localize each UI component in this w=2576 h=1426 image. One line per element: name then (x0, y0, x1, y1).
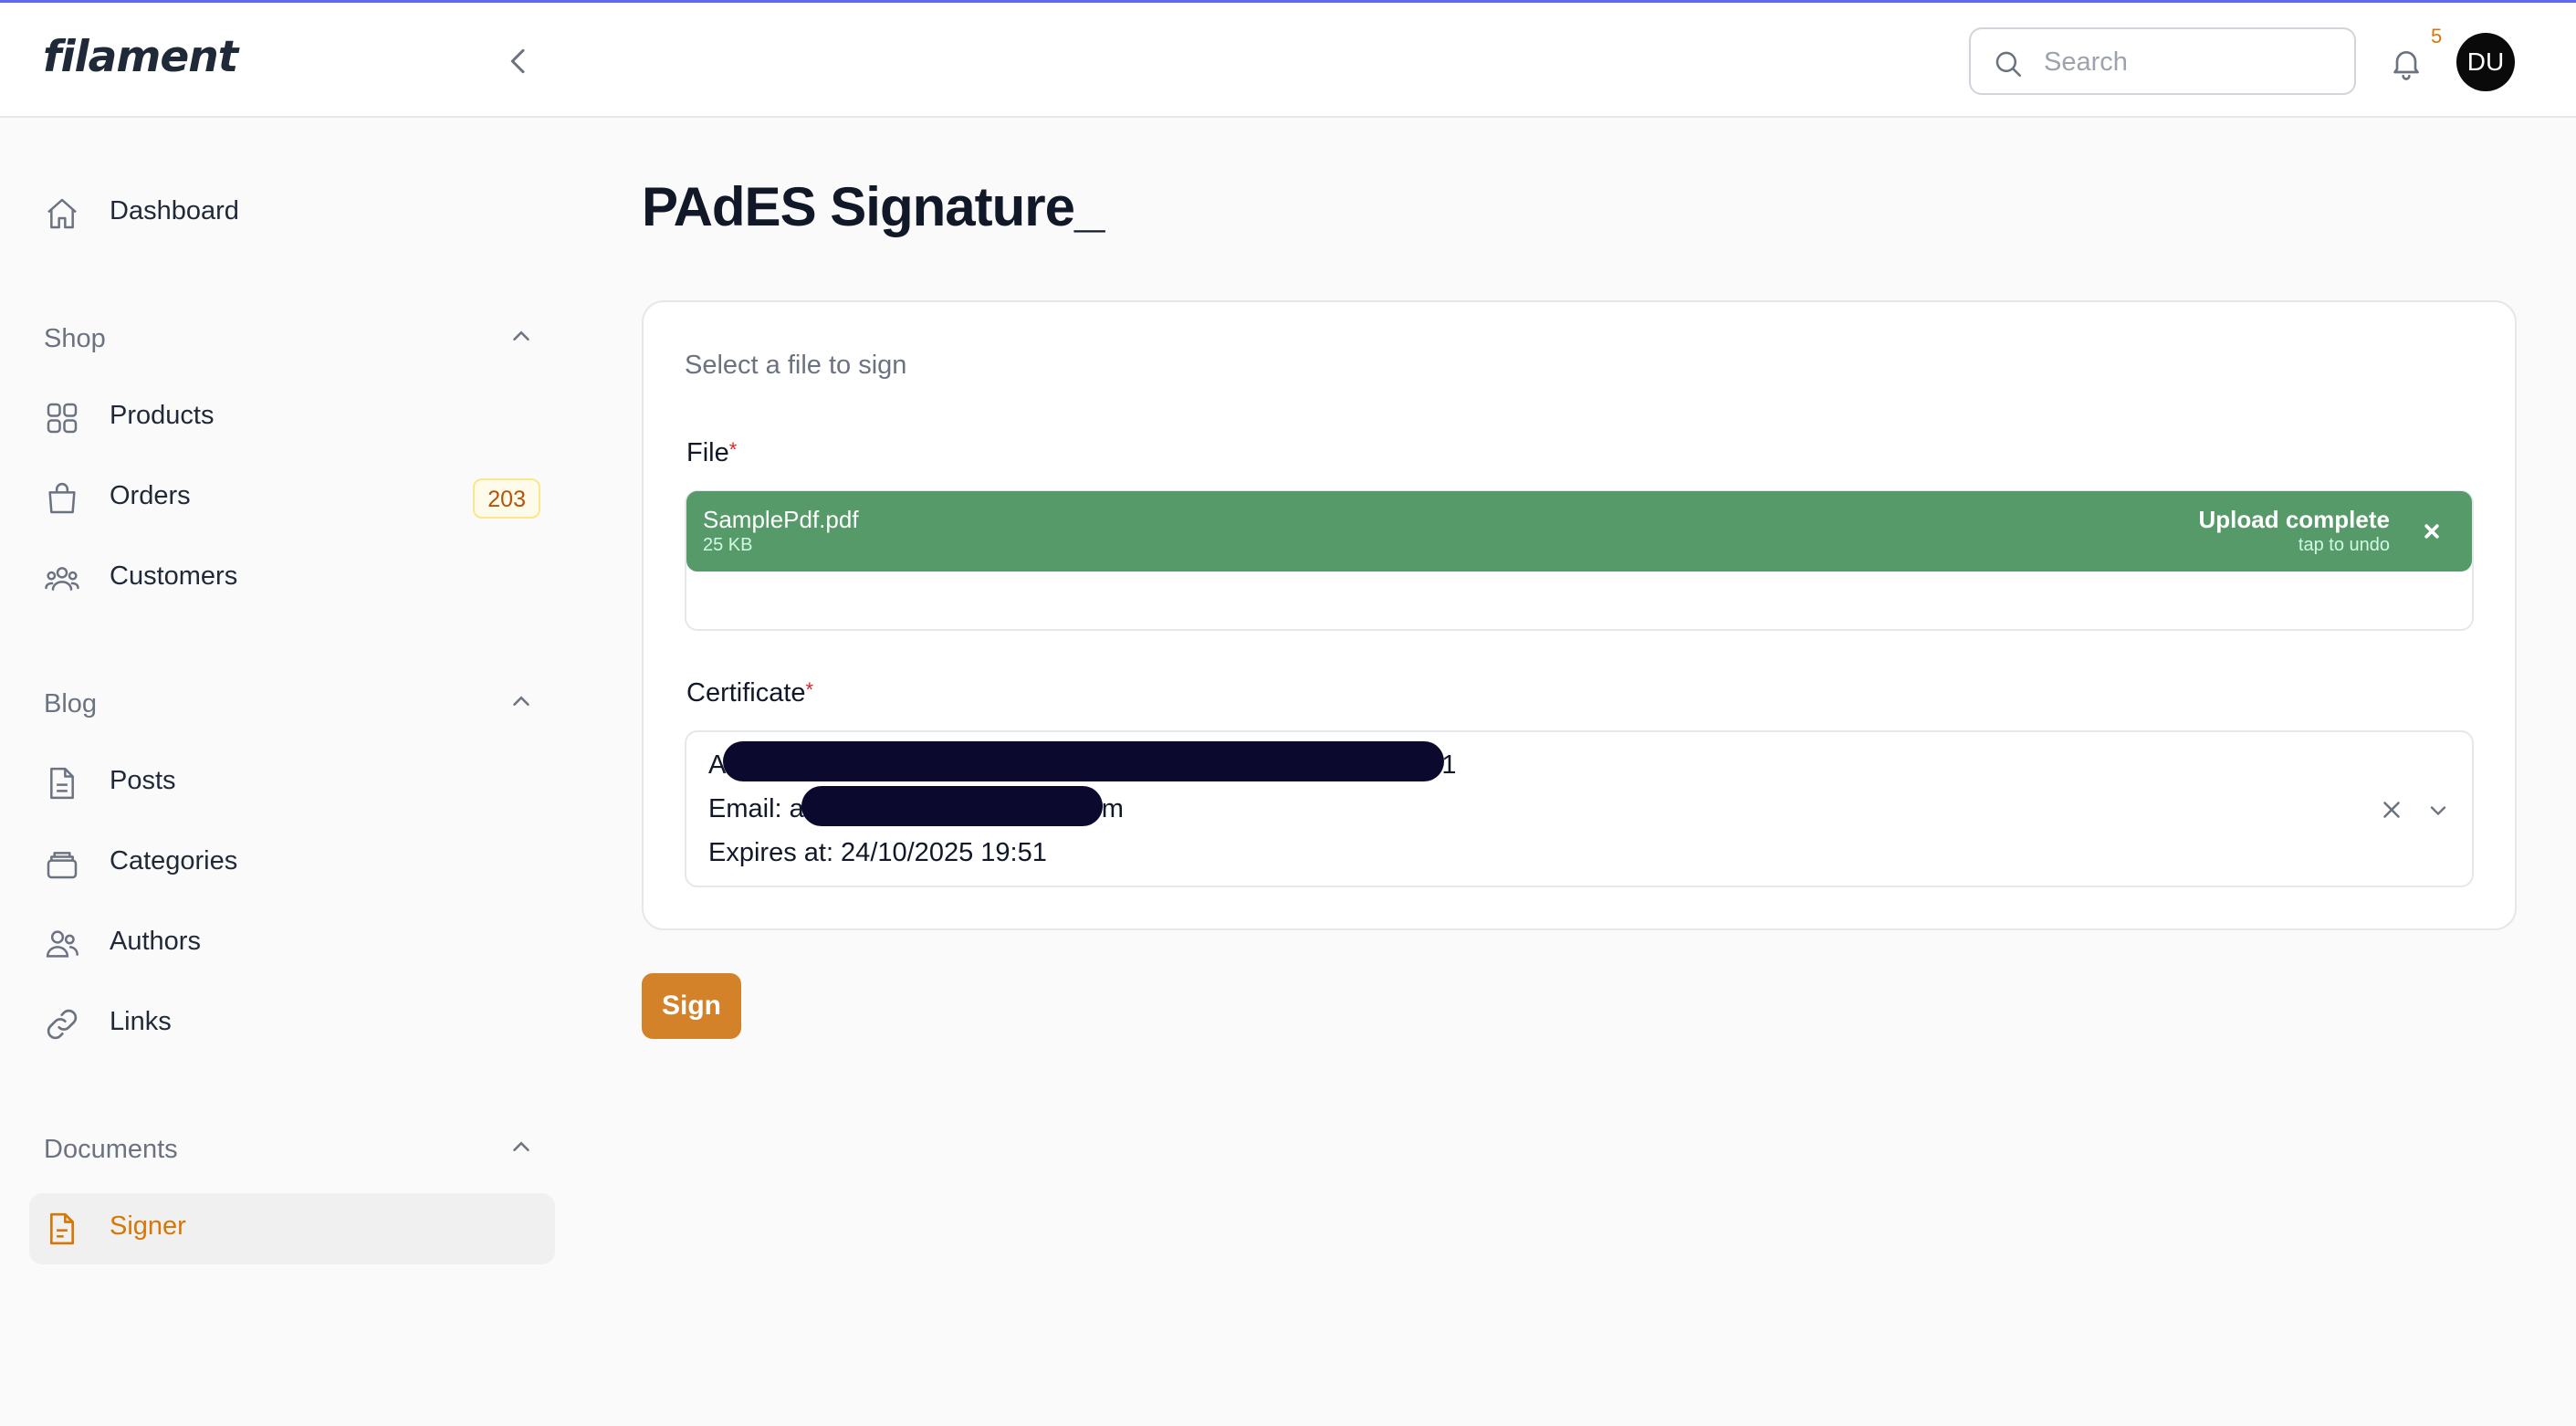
sidebar-item-label: Posts (110, 766, 176, 795)
sidebar-item-posts[interactable]: Posts (29, 748, 555, 819)
sidebar-item-label: Dashboard (110, 196, 239, 225)
group-label-documents: Documents (44, 1135, 178, 1164)
sidebar-item-categories[interactable]: Categories (29, 828, 555, 899)
search-field[interactable] (1969, 27, 2356, 95)
users-icon (45, 567, 79, 591)
certificate-email-start: Email: a (708, 794, 804, 823)
required-mark: * (728, 438, 738, 461)
certificate-expiry: Expires at: 24/10/2025 19:51 (708, 838, 1047, 867)
sidebar: Dashboard Shop Products Orders 203 Custo… (0, 120, 584, 1426)
clear-icon[interactable] (2378, 796, 2405, 823)
close-icon[interactable] (2419, 519, 2445, 544)
undo-upload-link[interactable]: tap to undo (2299, 535, 2390, 556)
certificate-name-end: 1 (1441, 750, 1457, 780)
top-bar: filament 5 DU (0, 3, 2576, 118)
chevron-left-icon (510, 48, 525, 74)
file-name: SamplePdf.pdf (703, 506, 859, 533)
uploaded-file-item: SamplePdf.pdf 25 KB Upload complete tap … (686, 491, 2472, 571)
sidebar-item-customers[interactable]: Customers (29, 543, 555, 614)
sidebar-item-label: Customers (110, 561, 238, 591)
certificate-email-end: m (1101, 794, 1124, 823)
group-label-blog: Blog (44, 689, 98, 718)
chevron-down-icon[interactable] (2425, 798, 2451, 823)
upload-status: Upload complete (2198, 506, 2390, 533)
sidebar-item-label: Categories (110, 846, 238, 876)
document-icon (50, 767, 74, 800)
logo[interactable]: filament (43, 32, 238, 82)
user-group-icon (46, 930, 79, 958)
sidebar-item-orders[interactable]: Orders 203 (29, 463, 555, 534)
redaction-bar (723, 741, 1444, 781)
notifications-button[interactable] (2388, 43, 2424, 83)
sidebar-item-label: Links (110, 1007, 172, 1036)
sidebar-item-label: Products (110, 401, 215, 430)
chevron-up-icon[interactable] (508, 322, 535, 350)
search-icon (1995, 51, 2022, 78)
collapse-sidebar-button[interactable] (500, 43, 537, 79)
certificate-label-text: Certificate (686, 678, 806, 708)
certificate-field-label: Certificate* (686, 678, 813, 708)
group-label-shop: Shop (44, 324, 106, 353)
sign-button[interactable]: Sign (642, 973, 741, 1039)
notification-count-badge: 5 (2431, 25, 2443, 47)
page-title: PAdES Signature_ (642, 176, 1105, 237)
squares-icon (47, 403, 78, 434)
home-icon (47, 198, 77, 229)
chevron-up-icon[interactable] (508, 687, 535, 715)
document-text-icon (50, 1212, 74, 1245)
sidebar-item-label: Orders (110, 481, 191, 510)
file-label-text: File (686, 438, 729, 467)
sidebar-item-label: Signer (110, 1211, 186, 1241)
orders-count-badge: 203 (473, 478, 540, 519)
sidebar-item-products[interactable]: Products (29, 383, 555, 454)
redaction-bar (801, 786, 1103, 826)
required-mark: * (805, 678, 814, 701)
sidebar-item-dashboard[interactable]: Dashboard (29, 178, 555, 249)
sidebar-item-signer[interactable]: Signer (29, 1193, 555, 1264)
sidebar-item-authors[interactable]: Authors (29, 908, 555, 980)
file-field-label: File* (686, 438, 737, 468)
shopping-bag-icon (48, 482, 76, 514)
stack-icon (47, 852, 78, 879)
bell-icon (2393, 51, 2419, 80)
sidebar-item-label: Authors (110, 927, 201, 956)
user-avatar[interactable]: DU (2456, 33, 2515, 91)
certificate-select[interactable]: A1 Email: am Expires at: 24/10/2025 19:5… (685, 730, 2474, 887)
link-icon (47, 1009, 78, 1040)
form-description: Select a file to sign (685, 351, 907, 380)
sidebar-item-links[interactable]: Links (29, 989, 555, 1060)
search-input[interactable] (2042, 40, 2338, 84)
chevron-up-icon[interactable] (508, 1133, 535, 1160)
file-size: 25 KB (703, 535, 753, 555)
